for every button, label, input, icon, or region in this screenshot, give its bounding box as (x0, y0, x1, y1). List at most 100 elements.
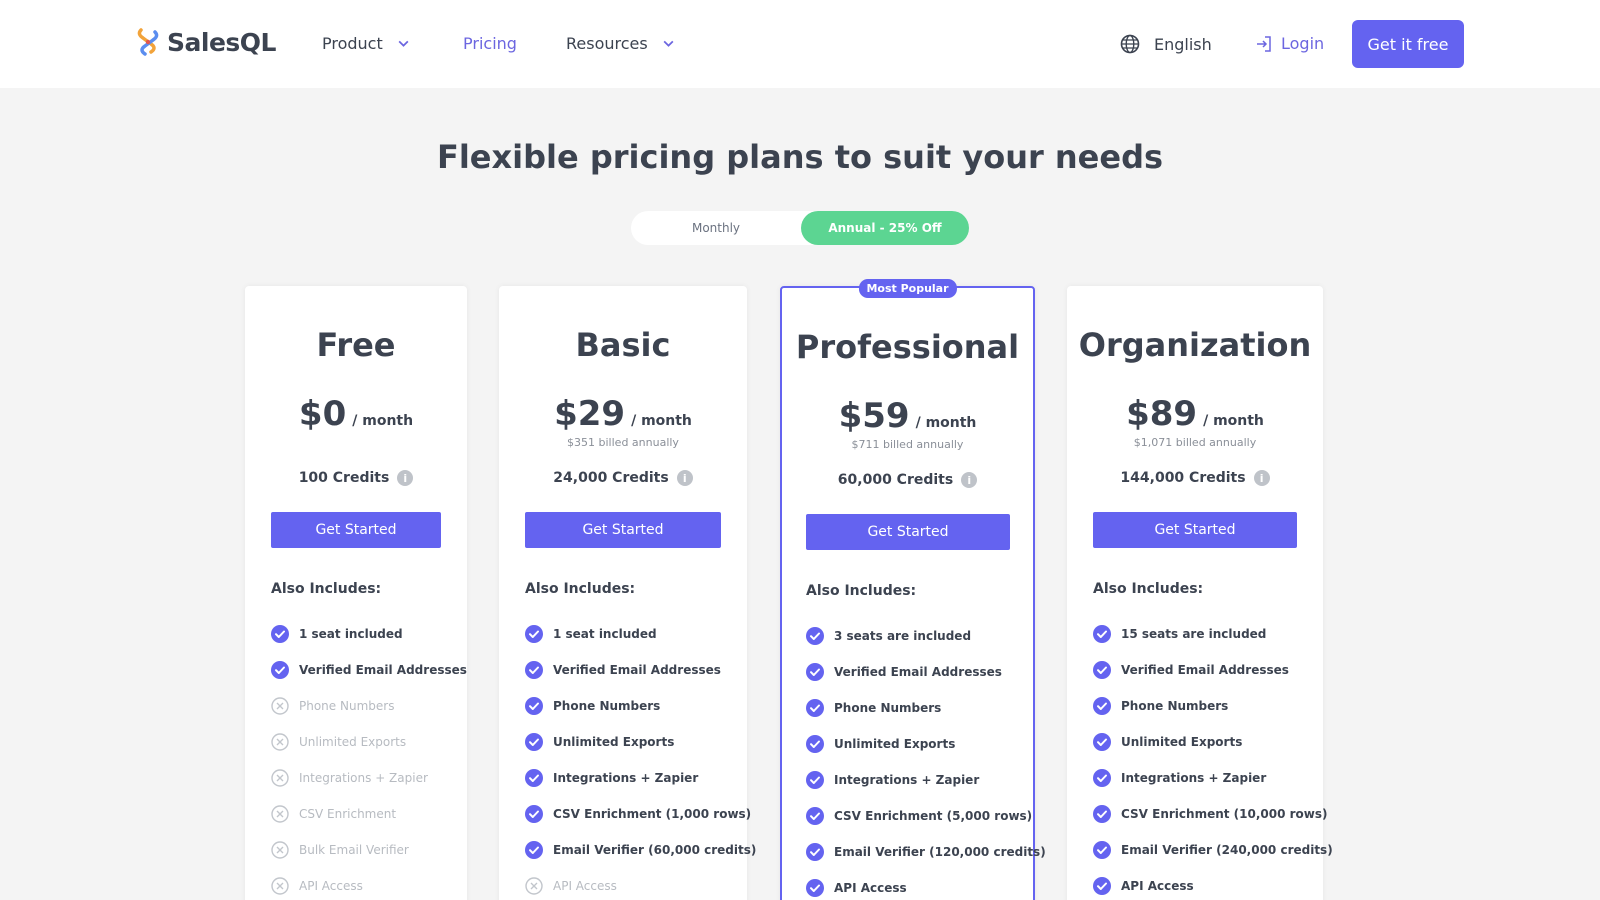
top-nav-bar: SalesQL Product Pricing Resources Englis… (0, 0, 1600, 88)
feature-item: Phone Numbers (806, 690, 1046, 726)
feature-item: Unlimited Exports (1093, 724, 1333, 760)
x-circle-icon (271, 697, 289, 715)
language-selector[interactable]: English (1120, 34, 1212, 54)
toggle-annual[interactable]: Annual - 25% Off (801, 211, 969, 245)
plan-name: Professional (795, 328, 1020, 366)
globe-icon (1120, 34, 1140, 54)
feature-item: Integrations + Zapier (1093, 760, 1333, 796)
nav-pricing-label: Pricing (463, 34, 517, 53)
plan-price: $0 (298, 394, 347, 434)
check-circle-icon (1093, 805, 1111, 823)
check-circle-icon (525, 841, 543, 859)
price-row: $89 / month (1067, 394, 1323, 434)
x-circle-icon (271, 769, 289, 787)
info-icon[interactable]: i (961, 472, 978, 488)
feature-item: 1 seat included (271, 616, 467, 652)
check-circle-icon (525, 697, 543, 715)
plan-credits: 24,000 Credits i (499, 470, 747, 486)
plan-name: Organization (1078, 326, 1312, 364)
plan-card-basic: Basic $29 / month $351 billed annually 2… (499, 286, 756, 900)
feature-label: 1 seat included (299, 627, 403, 641)
feature-item: Integrations + Zapier (525, 760, 756, 796)
feature-item: 15 seats are included (1093, 616, 1333, 652)
plan-credits: 144,000 Credits i (1067, 470, 1323, 486)
plan-name: Free (316, 326, 396, 364)
plan-price: $29 (554, 394, 626, 434)
feature-item: Integrations + Zapier (806, 762, 1046, 798)
check-circle-icon (525, 661, 543, 679)
check-circle-icon (806, 807, 824, 825)
feature-item: Unlimited Exports (806, 726, 1046, 762)
brand-name: SalesQL (167, 27, 276, 57)
check-circle-icon (1093, 877, 1111, 895)
feature-label: API Access (1121, 879, 1194, 893)
feature-label: Verified Email Addresses (1121, 663, 1289, 677)
x-circle-icon (271, 805, 289, 823)
nav-resources[interactable]: Resources (566, 34, 675, 53)
feature-item: Verified Email Addresses (1093, 652, 1333, 688)
plan-credits: 60,000 Credits i (782, 472, 1033, 488)
feature-list: 3 seats are included Verified Email Addr… (806, 618, 1046, 900)
check-circle-icon (525, 625, 543, 643)
feature-label: Bulk Email Verifier (299, 843, 409, 857)
nav-resources-label: Resources (566, 34, 648, 53)
get-started-button[interactable]: Get Started (525, 512, 721, 548)
billed-annually-note: $711 billed annually (851, 438, 964, 451)
feature-item: Phone Numbers (271, 688, 467, 724)
feature-item: CSV Enrichment (1,000 rows) (525, 796, 756, 832)
feature-list: 1 seat included Verified Email Addresses… (271, 616, 467, 900)
price-period: / month (915, 415, 977, 431)
check-circle-icon (806, 843, 824, 861)
feature-label: CSV Enrichment (5,000 rows) (834, 809, 1033, 823)
feature-item: Verified Email Addresses (525, 652, 756, 688)
check-circle-icon (271, 625, 289, 643)
price-row: $0 / month (245, 394, 467, 434)
feature-item: Phone Numbers (525, 688, 756, 724)
info-icon[interactable]: i (1253, 470, 1270, 486)
feature-label: 3 seats are included (834, 629, 972, 643)
feature-label: CSV Enrichment (1,000 rows) (553, 807, 752, 821)
nav-pricing[interactable]: Pricing (463, 34, 517, 53)
feature-item: Email Verifier (240,000 credits) (1093, 832, 1333, 868)
plan-price: $59 (838, 396, 910, 436)
get-started-button[interactable]: Get Started (806, 514, 1010, 550)
get-started-button[interactable]: Get Started (271, 512, 441, 548)
feature-label: Phone Numbers (553, 699, 661, 713)
feature-item: API Access (525, 868, 756, 900)
price-period: / month (1203, 413, 1264, 429)
info-icon[interactable]: i (676, 470, 693, 486)
check-circle-icon (1093, 769, 1111, 787)
feature-label: Phone Numbers (299, 699, 395, 713)
feature-label: Verified Email Addresses (553, 663, 721, 677)
billed-annually-note: $351 billed annually (567, 436, 679, 449)
feature-label: Integrations + Zapier (1121, 771, 1267, 785)
get-it-free-button[interactable]: Get it free (1352, 20, 1464, 68)
feature-item: Phone Numbers (1093, 688, 1333, 724)
salesql-logo[interactable]: SalesQL (135, 26, 276, 58)
feature-list: 1 seat included Verified Email Addresses… (525, 616, 756, 900)
feature-item: Verified Email Addresses (271, 652, 467, 688)
billing-toggle: Monthly Annual - 25% Off (631, 211, 969, 245)
check-circle-icon (806, 663, 824, 681)
feature-item: Integrations + Zapier (271, 760, 467, 796)
check-circle-icon (806, 735, 824, 753)
feature-label: API Access (834, 881, 907, 895)
x-circle-icon (271, 841, 289, 859)
feature-item: Unlimited Exports (271, 724, 467, 760)
feature-item: CSV Enrichment (271, 796, 467, 832)
credits-label: 144,000 Credits (1120, 470, 1246, 486)
get-started-button[interactable]: Get Started (1093, 512, 1297, 548)
price-row: $29 / month (499, 394, 747, 434)
login-icon (1257, 35, 1271, 52)
feature-label: Unlimited Exports (834, 737, 956, 751)
credits-label: 60,000 Credits (837, 472, 954, 488)
toggle-monthly[interactable]: Monthly (631, 211, 801, 245)
check-circle-icon (1093, 733, 1111, 751)
language-label: English (1154, 34, 1212, 54)
chevron-down-icon (663, 40, 674, 47)
nav-product[interactable]: Product (322, 34, 410, 53)
login-link[interactable]: Login (1255, 34, 1324, 53)
check-circle-icon (271, 661, 289, 679)
info-icon[interactable]: i (397, 470, 414, 486)
plan-credits: 100 Credits i (245, 470, 467, 486)
